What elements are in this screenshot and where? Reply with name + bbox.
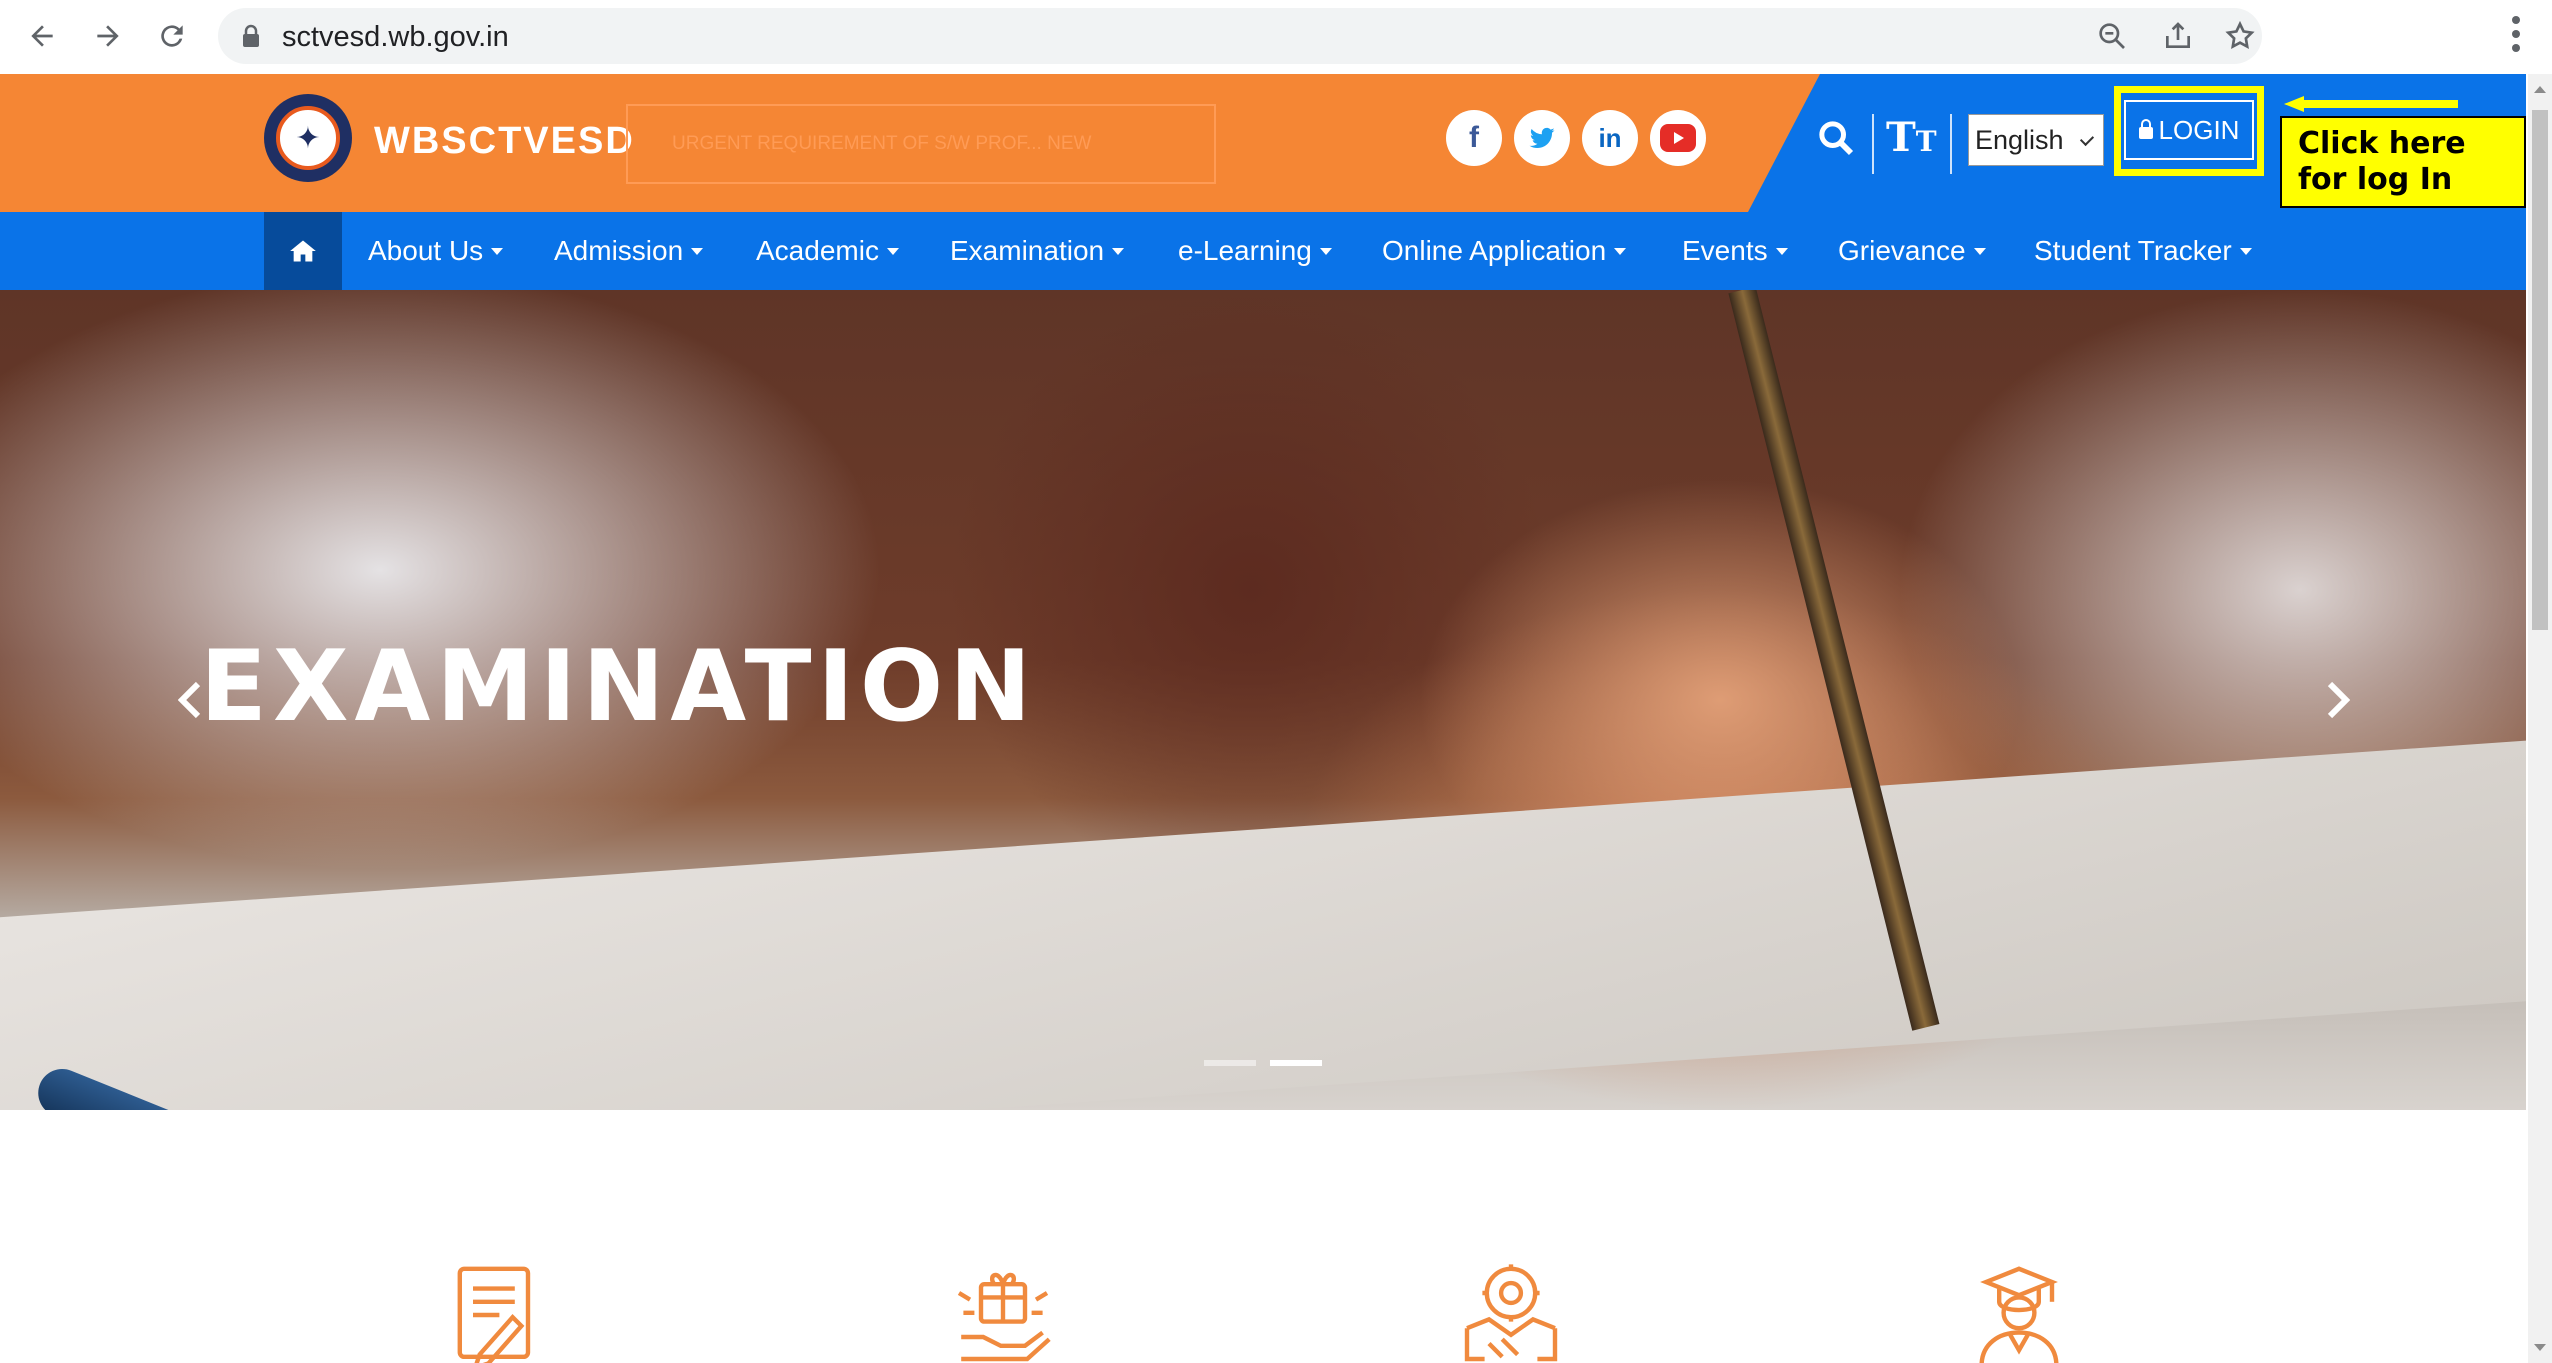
brand-name[interactable]: WBSCTVESD	[374, 120, 635, 163]
facebook-icon[interactable]: f	[1446, 110, 1502, 166]
caret-down-icon	[491, 247, 504, 255]
kebab-menu-icon[interactable]	[2500, 12, 2532, 56]
back-icon	[31, 25, 53, 47]
home-button[interactable]	[264, 212, 342, 290]
url-text: sctvesd.wb.gov.in	[282, 21, 509, 53]
scroll-down-arrow[interactable]	[2534, 1344, 2546, 1351]
menu-label: Student Tracker	[2034, 235, 2232, 266]
forward-icon	[97, 25, 119, 47]
reload-button[interactable]	[144, 8, 200, 64]
star-icon[interactable]	[2224, 20, 2256, 52]
menu-student-tracker[interactable]: Student Tracker	[2034, 212, 2252, 290]
twitter-icon[interactable]	[1514, 110, 1570, 166]
gift-hand-icon[interactable]	[948, 1260, 1058, 1363]
language-select[interactable]: English	[1968, 114, 2104, 166]
caret-down-icon	[2239, 247, 2252, 255]
carousel-dot-active[interactable]	[1270, 1060, 1322, 1066]
annotation-callout: Click here for log In	[2280, 116, 2526, 208]
menu-e-learning[interactable]: e-Learning	[1178, 212, 1332, 290]
hero-carousel[interactable]: EXAMINATION	[0, 290, 2526, 1110]
caret-down-icon	[1319, 247, 1332, 255]
annotation-arrow-icon	[2284, 96, 2458, 112]
divider	[1872, 114, 1874, 174]
zoom-icon[interactable]	[2096, 20, 2128, 52]
login-label: LOGIN	[2158, 114, 2240, 145]
reload-icon	[161, 25, 183, 47]
caret-down-icon	[691, 247, 704, 255]
menu-about-us[interactable]: About Us	[368, 212, 504, 290]
login-button[interactable]: LOGIN	[2124, 100, 2254, 160]
linkedin-glyph: in	[1598, 122, 1622, 153]
chevron-right-icon	[2327, 681, 2350, 719]
lock-icon	[2138, 119, 2153, 139]
linkedin-icon[interactable]: in	[1582, 110, 1638, 166]
menu-label: Examination	[950, 235, 1105, 266]
share-icon[interactable]	[2162, 20, 2194, 52]
browser-toolbar: sctvesd.wb.gov.in	[0, 0, 2552, 72]
caret-down-icon	[1973, 247, 1986, 255]
page-scrollbar[interactable]	[2528, 74, 2552, 1363]
hero-title: EXAMINATION	[200, 630, 1038, 744]
lock-icon	[243, 24, 259, 47]
menu-events[interactable]: Events	[1682, 212, 1788, 290]
search-icon[interactable]	[1816, 118, 1856, 158]
caret-down-icon	[1614, 247, 1627, 255]
header-bar: ✦ WBSCTVESD URGENT REQUIREMENT OF S/W PR…	[0, 74, 2526, 212]
forward-button[interactable]	[80, 8, 136, 64]
text-size-small: T	[1915, 125, 1937, 158]
caret-down-icon	[1112, 247, 1125, 255]
caret-down-icon	[1775, 247, 1788, 255]
menu-label: Academic	[756, 235, 879, 266]
caret-down-icon	[886, 247, 899, 255]
scrollbar-thumb[interactable]	[2532, 110, 2548, 630]
twitter-bird-icon	[1529, 127, 1555, 149]
menu-label: Online Application	[1382, 235, 1607, 266]
home-icon	[290, 240, 316, 262]
text-size-toggle[interactable]: TT	[1886, 114, 1937, 161]
logo-emblem-icon: ✦	[276, 106, 340, 170]
menu-online-application[interactable]: Online Application	[1382, 212, 1627, 290]
website: ✦ WBSCTVESD URGENT REQUIREMENT OF S/W PR…	[0, 74, 2526, 1363]
menu-admission[interactable]: Admission	[554, 212, 704, 290]
menu-label: Events	[1682, 235, 1768, 266]
news-ticker[interactable]: URGENT REQUIREMENT OF S/W PROF... NEW	[626, 104, 1216, 184]
menu-label: e-Learning	[1178, 235, 1312, 266]
hero-paper-image	[0, 738, 2526, 1110]
handshake-gear-icon[interactable]	[1456, 1260, 1566, 1363]
graduate-icon[interactable]	[1964, 1260, 2074, 1363]
back-button[interactable]	[14, 8, 70, 64]
logo[interactable]: ✦	[264, 94, 352, 182]
menu-label: Admission	[554, 235, 684, 266]
chevron-down-icon	[2079, 131, 2095, 147]
language-value: English	[1975, 125, 2064, 155]
youtube-icon[interactable]	[1650, 110, 1706, 166]
menu-academic[interactable]: Academic	[756, 212, 899, 290]
menu-examination[interactable]: Examination	[950, 212, 1125, 290]
divider	[1950, 114, 1952, 174]
address-bar[interactable]: sctvesd.wb.gov.in	[218, 8, 2262, 64]
features-section	[0, 1110, 2526, 1363]
carousel-dot[interactable]	[1204, 1060, 1256, 1066]
carousel-next-button[interactable]	[2318, 670, 2358, 730]
menu-label: About Us	[368, 235, 484, 266]
youtube-play-icon	[1660, 124, 1696, 152]
main-menu: About Us Admission Academic Examination …	[0, 212, 2526, 290]
facebook-glyph: f	[1469, 121, 1479, 154]
chevron-left-icon	[178, 681, 201, 719]
scroll-up-arrow[interactable]	[2534, 86, 2546, 93]
menu-grievance[interactable]: Grievance	[1838, 212, 1986, 290]
menu-label: Grievance	[1838, 235, 1966, 266]
exam-sheet-icon[interactable]	[440, 1260, 550, 1363]
text-size-big: T	[1886, 114, 1916, 161]
carousel-indicators	[1204, 1060, 1322, 1066]
